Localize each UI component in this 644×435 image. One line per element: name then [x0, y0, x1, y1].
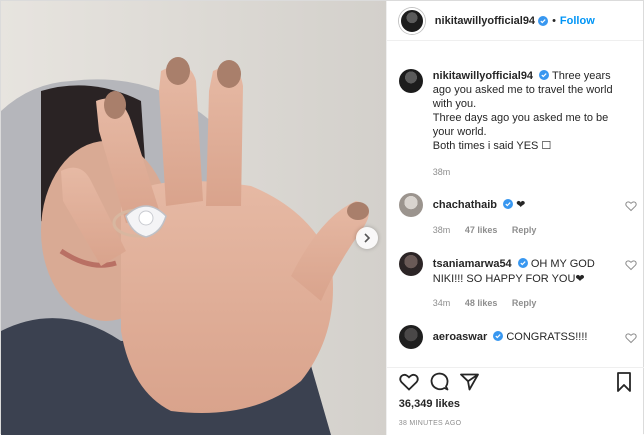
heart-icon[interactable] [625, 332, 637, 344]
commenter-avatar[interactable] [398, 325, 423, 349]
commenter-username[interactable]: aeroaswar [433, 331, 487, 343]
chevron-right-icon [364, 233, 371, 243]
comment-item: tsaniamarwa54 OH MY GOD NIKI!!! SO HAPPY… [387, 252, 644, 311]
caption-line: with you. [432, 98, 477, 110]
action-bar [386, 367, 644, 395]
post-photo[interactable] [1, 1, 386, 435]
verified-badge-icon [538, 15, 549, 26]
comment-meta: 34m 48 likes Reply [433, 296, 613, 311]
reply-button[interactable]: Reply [512, 298, 537, 308]
caption-line: Three days ago you asked me to be [432, 112, 609, 124]
caption-line: Three years [551, 70, 611, 82]
caption-time: 38m [432, 167, 451, 177]
comment-likes[interactable]: 47 likes [465, 225, 498, 235]
author-username[interactable]: nikitawillyofficial94 [435, 15, 535, 27]
follow-button[interactable]: Follow [560, 15, 595, 27]
heart-icon[interactable] [625, 259, 637, 271]
next-photo-button[interactable] [356, 227, 378, 249]
commenter-username[interactable]: tsaniamarwa54 [433, 258, 512, 270]
comment-time: 38m [432, 225, 451, 235]
engagement-ring-hand-image [1, 1, 386, 435]
comment-body: chachathaib ❤ 38m 47 likes Reply [433, 193, 613, 238]
comment-item: chachathaib ❤ 38m 47 likes Reply [387, 193, 644, 238]
heart-icon[interactable] [399, 373, 419, 391]
commenter-username[interactable]: chachathaib [433, 199, 497, 211]
author-avatar[interactable] [398, 7, 425, 34]
caption-line: your world. [432, 126, 487, 138]
comment-text: CONGRATSS!!!! [506, 331, 588, 343]
comment-body: tsaniamarwa54 OH MY GOD NIKI!!! SO HAPPY… [433, 252, 613, 311]
comment-text: OH MY GOD [530, 258, 595, 270]
commenter-avatar[interactable] [398, 193, 423, 217]
caption-meta: 38m [433, 165, 633, 179]
caption-author[interactable]: nikitawillyofficial94 [433, 70, 533, 82]
commenter-avatar[interactable] [398, 252, 423, 276]
comment-likes[interactable]: 48 likes [465, 298, 498, 308]
caption-avatar[interactable] [398, 69, 423, 93]
post-timestamp: 38 MINUTES AGO [398, 420, 462, 427]
caption-line: Both times i said YES ☐ [432, 140, 552, 152]
paper-plane-icon[interactable] [459, 373, 479, 391]
comment-time: 34m [432, 298, 451, 308]
comment-text-line: NIKI!!! SO HAPPY FOR YOU❤ [432, 273, 585, 285]
bookmark-icon[interactable] [616, 371, 632, 392]
verified-badge-icon [539, 70, 550, 80]
caption: nikitawillyofficial94 Three years ago yo… [387, 41, 644, 179]
post-side-panel: nikitawillyofficial94 • Follow nikitawil… [385, 1, 644, 435]
caption-text: nikitawillyofficial94 Three years ago yo… [433, 69, 633, 179]
comment-meta: 38m 47 likes Reply [433, 223, 613, 238]
comment-text: ❤ [516, 199, 526, 211]
verified-badge-icon [517, 258, 528, 268]
verified-badge-icon [493, 331, 504, 341]
comment-item: aeroaswar CONGRATSS!!!! [387, 325, 644, 349]
likes-count[interactable]: 36,349 likes [399, 398, 460, 410]
post-header: nikitawillyofficial94 • Follow [386, 1, 643, 41]
heart-icon[interactable] [625, 200, 637, 212]
reply-button[interactable]: Reply [512, 225, 537, 235]
comment-body: aeroaswar CONGRATSS!!!! [433, 325, 613, 349]
comment-bubble-icon[interactable] [430, 372, 449, 391]
instagram-post: nikitawillyofficial94 • Follow nikitawil… [0, 0, 644, 435]
comments-section: nikitawillyofficial94 Three years ago yo… [387, 41, 644, 371]
caption-line: ago you asked me to travel the world [432, 84, 613, 96]
verified-badge-icon [503, 199, 514, 209]
separator-dot: • [552, 14, 556, 27]
